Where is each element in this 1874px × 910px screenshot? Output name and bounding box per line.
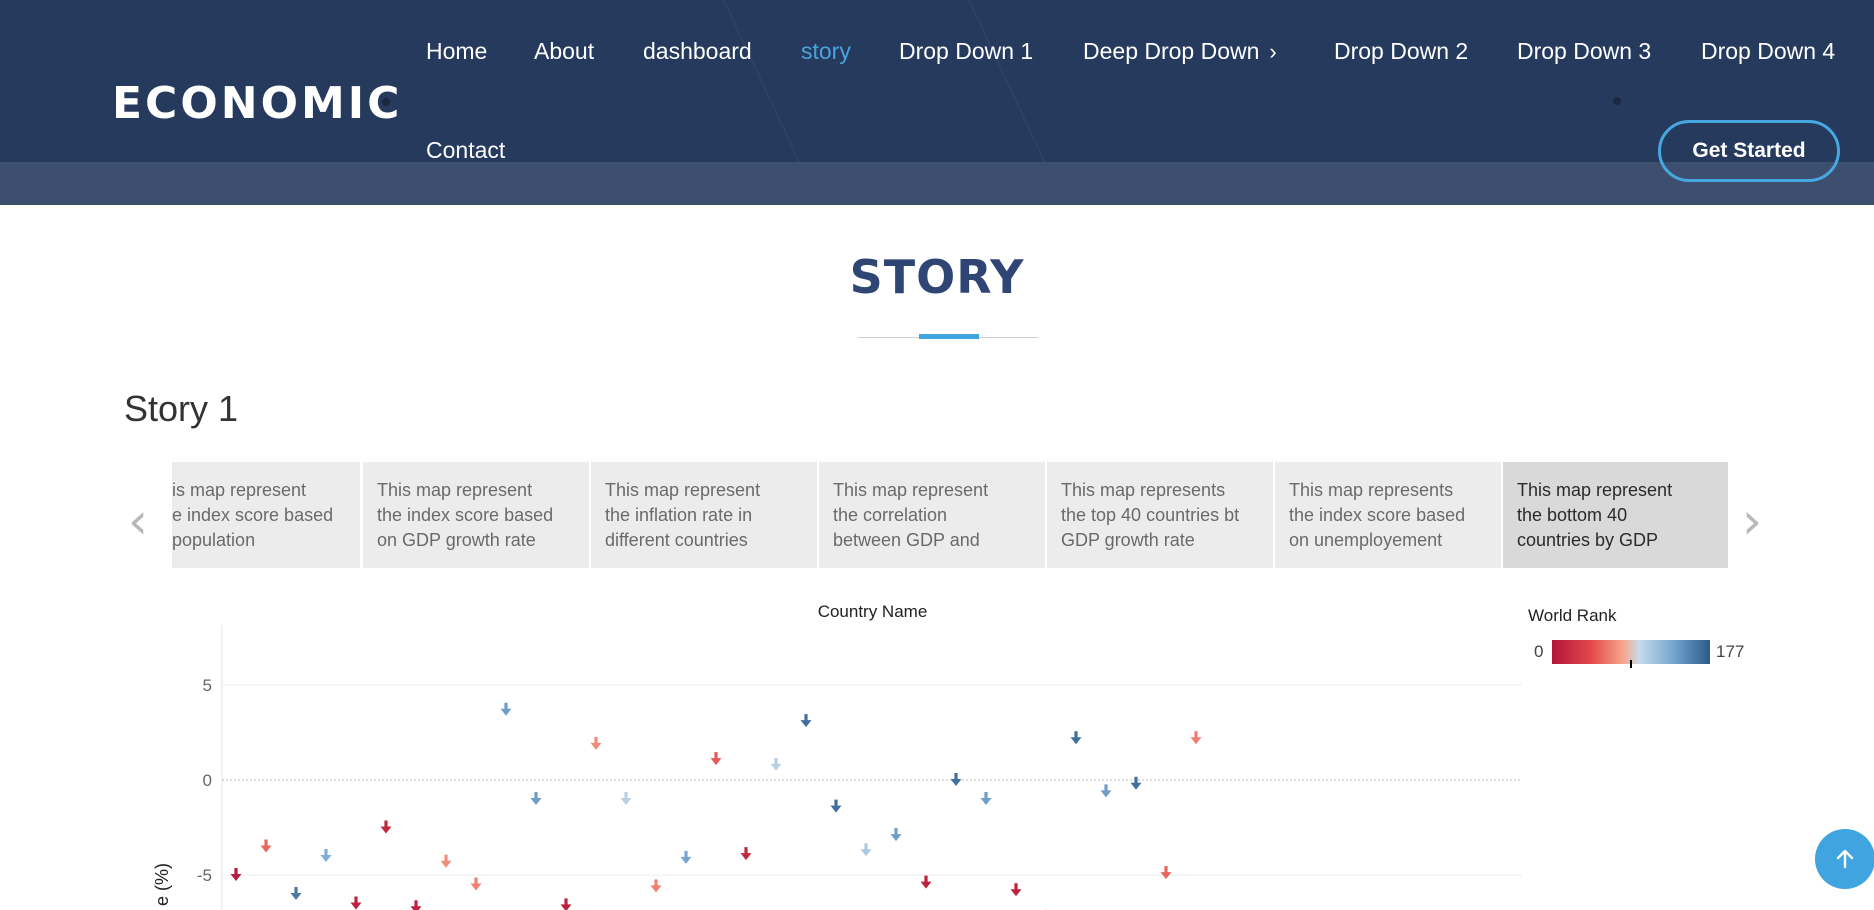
data-point-marker[interactable] <box>1010 883 1022 897</box>
data-point-marker[interactable] <box>830 799 842 813</box>
data-point-marker[interactable] <box>1160 866 1172 880</box>
scroll-to-top-button[interactable] <box>1815 829 1874 889</box>
data-point-marker[interactable] <box>1070 731 1082 745</box>
data-point-marker[interactable] <box>500 702 512 716</box>
scatter-chart[interactable]: 5 0 -5 e (%) <box>0 0 1874 910</box>
data-point-marker[interactable] <box>920 875 932 889</box>
data-point-marker[interactable] <box>890 828 902 842</box>
data-point-marker[interactable] <box>680 850 692 864</box>
data-point-marker[interactable] <box>980 792 992 805</box>
data-point-marker[interactable] <box>800 714 812 728</box>
data-point-marker[interactable] <box>440 854 452 868</box>
y-axis-label: e (%) <box>152 863 172 906</box>
data-point-marker[interactable] <box>380 820 392 834</box>
data-point-marker[interactable] <box>590 736 602 750</box>
y-tick-label: 0 <box>203 771 212 790</box>
data-point-marker[interactable] <box>470 877 482 891</box>
data-point-marker[interactable] <box>860 843 872 857</box>
data-point-marker[interactable] <box>710 752 722 766</box>
data-point-marker[interactable] <box>260 839 272 853</box>
data-point-marker[interactable] <box>740 847 752 861</box>
data-point-marker[interactable] <box>530 792 542 805</box>
data-point-marker[interactable] <box>230 868 242 881</box>
data-point-marker[interactable] <box>1100 784 1112 798</box>
data-point-marker[interactable] <box>1190 731 1202 745</box>
data-point-marker[interactable] <box>290 887 302 900</box>
data-point-marker[interactable] <box>620 792 632 805</box>
data-point-marker[interactable] <box>950 773 962 786</box>
data-point-marker[interactable] <box>560 898 572 910</box>
data-point-marker[interactable] <box>350 896 362 910</box>
data-point-marker[interactable] <box>650 879 662 893</box>
data-point-marker[interactable] <box>320 849 332 862</box>
data-point-marker[interactable] <box>410 900 422 910</box>
y-tick-label: 5 <box>203 676 212 695</box>
data-point-marker[interactable] <box>1130 776 1142 790</box>
data-point-marker[interactable] <box>770 757 782 771</box>
y-tick-label: -5 <box>197 866 212 885</box>
chart-gridlines <box>221 625 1522 910</box>
arrow-up-icon <box>1836 849 1854 869</box>
